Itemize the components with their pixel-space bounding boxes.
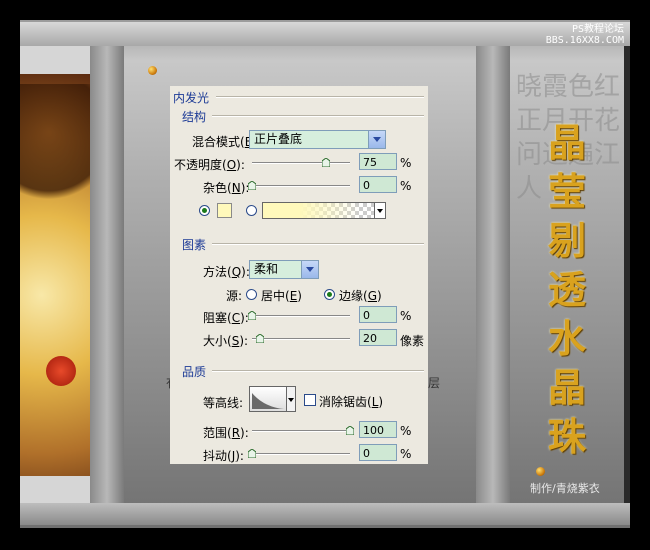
range-slider[interactable]: [252, 426, 354, 435]
title-char: 珠: [547, 414, 586, 459]
title-char: 晶: [547, 365, 586, 410]
solid-color-radio[interactable]: [199, 205, 210, 216]
slider-thumb[interactable]: [346, 426, 354, 435]
slider-thumb[interactable]: [321, 158, 330, 167]
top-bar: PS教程论坛 BBS.16XX8.COM: [20, 22, 630, 46]
behind-text-right: 层: [428, 376, 441, 390]
percent-unit: %: [400, 424, 412, 438]
blend-mode-select[interactable]: 正片叠底: [249, 130, 386, 149]
choke-label: 阻塞(C):: [203, 311, 249, 325]
divider: [212, 115, 424, 117]
size-slider[interactable]: [252, 334, 350, 343]
antialias-checkbox[interactable]: [304, 394, 316, 406]
divider: [212, 243, 424, 245]
technique-label: 方法(Q):: [203, 265, 250, 279]
noise-input[interactable]: 0: [359, 176, 397, 193]
noise-label: 杂色(N):: [203, 181, 250, 195]
blend-mode-value: 正片叠底: [254, 132, 303, 146]
portrait-hair: [20, 84, 92, 204]
slider-thumb[interactable]: [248, 311, 256, 320]
size-input[interactable]: 20: [359, 329, 397, 346]
percent-unit: %: [400, 156, 412, 170]
jitter-input[interactable]: 0: [359, 444, 397, 461]
chevron-down-icon[interactable]: [368, 131, 385, 148]
glow-gradient-picker[interactable]: [262, 202, 386, 219]
right-edge: [624, 46, 630, 503]
percent-unit: %: [400, 179, 412, 193]
author-credit: 制作/青烧紫衣: [530, 482, 600, 495]
noise-slider[interactable]: [248, 181, 350, 190]
bottom-bar: [20, 503, 630, 525]
contour-label: 等高线:: [203, 396, 244, 410]
source-label: 源:: [226, 289, 243, 303]
poster-title: 晶 莹 剔 透 水 晶 珠: [542, 118, 592, 461]
right-pillar: [476, 46, 510, 503]
section-quality-header: 品质: [182, 365, 207, 379]
title-char: 莹: [547, 169, 586, 214]
percent-unit: %: [400, 447, 412, 461]
source-center-label: 居中(E): [261, 289, 302, 303]
range-input[interactable]: 100: [359, 421, 397, 438]
source-edge-radio[interactable]: [324, 289, 335, 300]
divider: [212, 370, 424, 372]
source-center-radio[interactable]: [246, 289, 257, 300]
divider: [216, 96, 424, 98]
watermark-line2: BBS.16XX8.COM: [545, 35, 624, 46]
inner-glow-panel: 内发光 结构 混合模式(B): 正片叠底 不透明度(O): 75 % 杂色(N)…: [170, 86, 428, 464]
panel-title: 内发光: [173, 91, 210, 105]
slider-thumb[interactable]: [255, 334, 264, 343]
portrait-flower: [46, 356, 76, 386]
chevron-down-icon[interactable]: [287, 386, 296, 412]
opacity-slider[interactable]: [252, 158, 350, 167]
contour-picker[interactable]: [249, 386, 287, 412]
watermark-line1: PS教程论坛: [571, 24, 624, 35]
title-char: 晶: [547, 120, 586, 165]
gradient-radio[interactable]: [246, 205, 257, 216]
left-pillar: [90, 46, 124, 503]
watermark: PS教程论坛 BBS.16XX8.COM: [546, 24, 624, 46]
chevron-down-icon[interactable]: [301, 261, 318, 278]
jitter-slider[interactable]: [248, 449, 350, 458]
bead-ornament-top: [148, 66, 157, 75]
section-structure-header: 结构: [182, 110, 207, 124]
range-label: 范围(R):: [203, 426, 249, 440]
percent-unit: %: [400, 309, 412, 323]
opacity-label: 不透明度(O):: [174, 158, 245, 172]
choke-slider[interactable]: [248, 311, 350, 320]
slider-thumb[interactable]: [248, 181, 256, 190]
source-edge-label: 边缘(G): [339, 289, 382, 303]
slider-thumb[interactable]: [248, 449, 256, 458]
opacity-input[interactable]: 75: [359, 153, 397, 170]
section-elements-header: 图素: [182, 238, 207, 252]
chevron-down-icon[interactable]: [374, 203, 385, 218]
title-char: 水: [547, 316, 586, 361]
title-char: 剔: [547, 218, 586, 263]
glow-color-swatch[interactable]: [217, 203, 232, 218]
size-label: 大小(S):: [203, 334, 249, 348]
jitter-label: 抖动(J):: [203, 449, 244, 463]
title-char: 透: [547, 267, 586, 312]
choke-input[interactable]: 0: [359, 306, 397, 323]
technique-select[interactable]: 柔和: [249, 260, 319, 279]
technique-value: 柔和: [254, 262, 279, 276]
size-unit: 像素: [400, 334, 425, 348]
contour-curve-icon: [252, 393, 284, 409]
antialias-label: 消除锯齿(L): [319, 395, 384, 409]
